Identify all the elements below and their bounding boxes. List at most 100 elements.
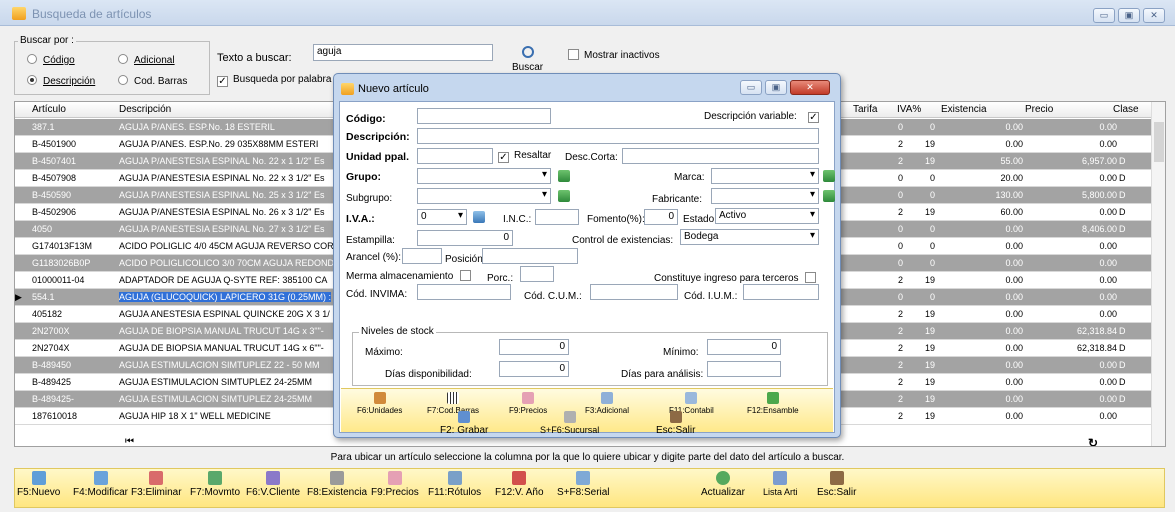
cell-exist: 60.00 — [1000, 207, 1023, 217]
inc-input[interactable] — [535, 209, 579, 225]
cell-precio: 0.00 — [1099, 309, 1117, 319]
dias-analisis-input[interactable] — [707, 361, 781, 377]
col-articulo[interactable]: Artículo — [32, 104, 66, 115]
porc-input[interactable] — [520, 266, 554, 282]
lista-arti-button[interactable]: Lista Arti — [763, 471, 798, 497]
col-iva[interactable]: IVA% — [897, 104, 921, 115]
add-subgrupo-icon[interactable] — [558, 190, 570, 202]
fabricante-select[interactable] — [711, 188, 819, 204]
iva-detail-icon[interactable] — [473, 211, 485, 223]
col-tarifa[interactable]: Tarifa — [853, 104, 877, 115]
modificar-button[interactable]: F4:Modificar — [73, 471, 128, 498]
sucursal-button[interactable]: S+F6:Sucursal — [540, 411, 599, 435]
dialog-minimize-button[interactable]: ▭ — [740, 80, 762, 95]
cell-exist: 130.00 — [995, 190, 1023, 200]
fomento-input[interactable]: 0 — [644, 209, 678, 225]
rotulos-button[interactable]: F11:Rótulos — [428, 471, 481, 498]
dialog-body: Código: Descripción variable: ✓ Descripc… — [339, 101, 835, 436]
cell-precio: 0.00 — [1099, 241, 1117, 251]
add-grupo-icon[interactable] — [558, 170, 570, 182]
posicion-input[interactable] — [482, 248, 578, 264]
cell-clase: D — [1119, 156, 1126, 166]
iva-select[interactable]: 0 — [417, 209, 467, 225]
cum-input[interactable] — [590, 284, 678, 300]
dias-disponibilidad-input[interactable]: 0 — [499, 361, 569, 377]
cell-art: B-4507908 — [32, 173, 77, 183]
dialog-title: Nuevo artículo — [358, 83, 429, 95]
dialog-maximize-button[interactable]: ▣ — [765, 80, 787, 95]
col-precio[interactable]: Precio — [1025, 104, 1053, 115]
movimiento-button[interactable]: F7:Movmto — [190, 471, 240, 498]
ium-label: Cód. I.U.M.: — [684, 291, 738, 302]
refresh-icon[interactable]: ↻ — [1088, 436, 1098, 446]
grupo-select[interactable] — [417, 168, 551, 184]
nuevo-button[interactable]: F5:Nuevo — [17, 471, 60, 498]
close-button[interactable]: ✕ — [1143, 8, 1165, 23]
arancel-input[interactable] — [402, 248, 442, 264]
control-existencias-select[interactable]: Bodega — [680, 229, 819, 245]
salir-button[interactable]: Esc:Salir — [817, 471, 856, 498]
vcliente-button[interactable]: F6:V.Cliente — [246, 471, 300, 498]
cell-precio: 5,800.00 — [1081, 190, 1117, 200]
serial-button[interactable]: S+F8:Serial — [557, 471, 610, 498]
invima-input[interactable] — [417, 284, 511, 300]
cell-desc: AGUJA HIP 18 X 1" WELL MEDICINE — [119, 411, 271, 421]
radio-adicional[interactable]: Adicional — [118, 54, 175, 66]
subgrupo-select[interactable] — [417, 188, 551, 204]
first-record-icon[interactable]: ⏮ — [125, 436, 134, 446]
col-descripcion[interactable]: Descripción — [119, 104, 171, 115]
search-button[interactable]: Buscar — [512, 46, 543, 73]
search-input[interactable]: aguja — [313, 44, 493, 61]
col-clase[interactable]: Clase — [1113, 104, 1139, 115]
codigo-input[interactable] — [417, 108, 551, 124]
marca-select[interactable] — [711, 168, 819, 184]
col-existencia[interactable]: Existencia — [941, 104, 987, 115]
maximo-input[interactable]: 0 — [499, 339, 569, 355]
cell-exist: 0.00 — [1005, 411, 1023, 421]
mostrar-inactivos-checkbox[interactable]: Mostrar inactivos — [568, 49, 660, 61]
row-pointer-icon: ▶ — [15, 292, 22, 302]
eliminar-button[interactable]: F3:Eliminar — [131, 471, 182, 498]
checkbox-icon — [568, 49, 579, 60]
cell-art: 4050 — [32, 224, 53, 234]
minimo-input[interactable]: 0 — [707, 339, 781, 355]
scroll-thumb[interactable] — [1154, 122, 1164, 162]
radio-icon — [27, 54, 37, 64]
ensamble-button[interactable]: F12:Ensamble — [747, 392, 799, 415]
cell-tarifa: 0 — [897, 190, 903, 200]
estado-select[interactable]: Activo — [715, 208, 819, 224]
minimize-button[interactable]: ▭ — [1093, 8, 1115, 23]
cell-desc: AGUJA DE BIOPSIA MANUAL TRUCUT 14G x 3""… — [119, 326, 324, 336]
cell-exist: 0.00 — [1005, 241, 1023, 251]
maximize-button[interactable]: ▣ — [1118, 8, 1140, 23]
busqueda-palabra-checkbox[interactable]: ✓ Busqueda por palabra — [217, 74, 331, 87]
merma-checkbox[interactable]: Merma almacenamiento — [346, 270, 476, 282]
cell-tarifa: 0 — [897, 173, 903, 183]
ingreso-terceros-checkbox[interactable]: Constituye ingreso para terceros — [654, 272, 821, 284]
existencia-button[interactable]: F8:Existencia — [307, 471, 367, 498]
grabar-button[interactable]: F2: Grabar — [440, 411, 488, 436]
ium-input[interactable] — [743, 284, 819, 300]
selected-cell-text: AGUJA (GLUCOQUICK) LAPICERO 31G (0.25MM)… — [119, 292, 332, 302]
add-marca-icon[interactable] — [823, 170, 835, 182]
precios-button[interactable]: F9:Precios — [371, 471, 419, 498]
vano-button[interactable]: F12:V. Año — [495, 471, 544, 498]
estampilla-input[interactable]: 0 — [417, 230, 513, 246]
add-fabricante-icon[interactable] — [823, 190, 835, 202]
price-tag-icon — [522, 392, 535, 404]
descripcion-input[interactable] — [417, 128, 819, 144]
resaltar-checkbox[interactable]: ✓ Resaltar — [498, 150, 551, 163]
unidad-input[interactable] — [417, 148, 493, 164]
radio-descripcion[interactable]: Descripción — [27, 75, 95, 87]
dialog-close-button[interactable]: ✕ — [790, 80, 830, 95]
radio-codbarras[interactable]: Cod. Barras — [118, 75, 187, 87]
title-bar: Busqueda de artículos ▭ ▣ ✕ — [0, 0, 1175, 26]
desc-variable-checkbox[interactable]: ✓ — [808, 110, 824, 123]
actualizar-button[interactable]: Actualizar — [701, 471, 745, 498]
desc-corta-input[interactable] — [622, 148, 819, 164]
radio-codigo[interactable]: Código — [27, 54, 75, 66]
vertical-scrollbar[interactable] — [1151, 102, 1165, 446]
dialog-salir-button[interactable]: Esc:Salir — [656, 411, 695, 436]
cell-iva: 0 — [929, 241, 935, 251]
unidades-button[interactable]: F6:Unidades — [357, 392, 402, 415]
